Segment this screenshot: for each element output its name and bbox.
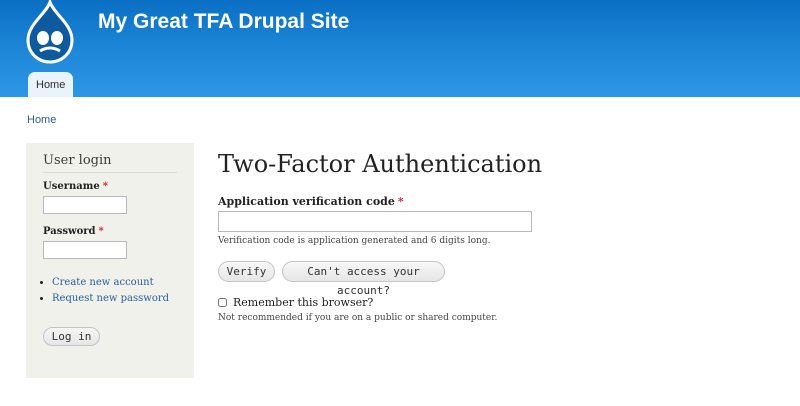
password-label: Password *: [43, 226, 104, 237]
username-label-text: Username: [43, 181, 100, 192]
cant-access-account-button[interactable]: Can't access your account?: [282, 261, 445, 297]
required-marker: *: [397, 195, 404, 208]
remember-browser-checkbox[interactable]: [218, 298, 227, 307]
login-button[interactable]: Log in: [43, 327, 100, 346]
breadcrumb-home-link[interactable]: Home: [27, 114, 56, 126]
block-title: User login: [43, 153, 177, 173]
list-item: Request new password: [52, 291, 169, 307]
verification-code-label: Application verification code *: [218, 195, 404, 208]
tab-home[interactable]: Home: [28, 72, 74, 97]
drupal-drop-logo-icon[interactable]: [24, 0, 76, 64]
user-login-block: User login Username* Password* Create ne…: [26, 143, 194, 378]
request-password-link[interactable]: Request new password: [52, 293, 169, 304]
remember-browser-description: Not recommended if you are on a public o…: [218, 313, 498, 323]
verification-code-input[interactable]: [218, 211, 532, 232]
password-label-text: Password: [43, 226, 96, 237]
verification-code-description: Verification code is application generat…: [218, 236, 491, 246]
password-input[interactable]: [43, 241, 127, 259]
page-title: Two-Factor Authentication: [218, 150, 543, 178]
site-name[interactable]: My Great TFA Drupal Site: [98, 10, 349, 34]
account-links-list: Create new account Request new password: [38, 275, 169, 307]
verify-button[interactable]: Verify: [218, 261, 275, 282]
required-marker: *: [102, 181, 108, 192]
site-header: My Great TFA Drupal Site Home: [0, 0, 800, 97]
create-account-link[interactable]: Create new account: [52, 277, 154, 288]
username-label: Username *: [43, 181, 108, 192]
required-marker: *: [98, 226, 104, 237]
verification-code-label-text: Application verification code: [218, 195, 395, 208]
username-input[interactable]: [43, 196, 127, 214]
remember-browser-label[interactable]: Remember this browser?: [233, 296, 373, 309]
list-item: Create new account: [52, 275, 169, 291]
